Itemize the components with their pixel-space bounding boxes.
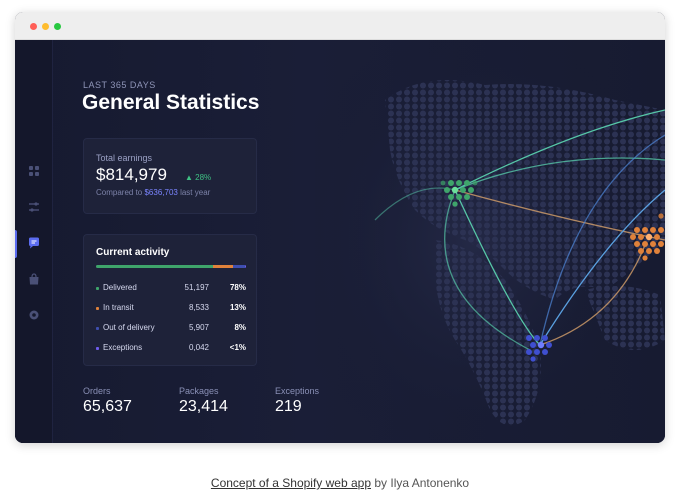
- earnings-comparison: Compared to $636,703 last year: [96, 188, 210, 197]
- close-window-button[interactable]: [30, 23, 37, 30]
- earnings-value: $814,979: [96, 165, 167, 184]
- comparison-suffix: last year: [177, 188, 211, 197]
- bag-icon[interactable]: [27, 272, 41, 286]
- window-titlebar: [15, 12, 665, 40]
- activity-count: 8,533: [188, 303, 209, 312]
- browser-window: LAST 365 DAYS General Statistics Total e…: [15, 12, 665, 443]
- activity-percent: 8%: [234, 323, 246, 332]
- activity-row-in-transit[interactable]: In transit 8,533 13%: [96, 303, 246, 315]
- earnings-card: Total earnings $814,979 ▲ 28% Compared t…: [83, 138, 257, 214]
- comparison-value: $636,703: [144, 188, 178, 197]
- activity-row-out-of-delivery[interactable]: Out of delivery 5,907 8%: [96, 323, 246, 335]
- earnings-delta-badge: ▲ 28%: [185, 173, 212, 182]
- activity-label: Out of delivery: [103, 323, 155, 332]
- activity-percent: <1%: [229, 343, 246, 352]
- caption-link[interactable]: Concept of a Shopify web app: [211, 476, 371, 490]
- bar-segment-exceptions: [244, 265, 246, 268]
- activity-row-exceptions[interactable]: Exceptions 0,042 <1%: [96, 343, 246, 355]
- world-map: [315, 40, 665, 443]
- page-title: General Statistics: [82, 91, 260, 114]
- packages-value: 23,414: [179, 398, 228, 415]
- bar-segment-in-transit: [213, 265, 233, 268]
- minimize-window-button[interactable]: [42, 23, 49, 30]
- activity-count: 0,042: [188, 343, 209, 352]
- date-range-label: LAST 365 DAYS: [83, 80, 156, 90]
- earnings-label: Total earnings: [96, 153, 153, 163]
- exceptions-label: Exceptions: [275, 386, 320, 396]
- chat-icon[interactable]: [27, 236, 41, 250]
- out-of-delivery-bullet: [96, 327, 99, 330]
- activity-count: 51,197: [184, 283, 209, 292]
- image-caption: Concept of a Shopify web app by Ilya Ant…: [0, 476, 680, 490]
- activity-title: Current activity: [96, 247, 170, 258]
- activity-label: Exceptions: [103, 343, 143, 352]
- activity-percent: 78%: [229, 283, 246, 292]
- activity-label: Delivered: [103, 283, 137, 292]
- maximize-window-button[interactable]: [54, 23, 61, 30]
- in-transit-bullet: [96, 307, 99, 310]
- activity-count: 5,907: [188, 323, 209, 332]
- bar-segment-delivered: [96, 265, 213, 268]
- comparison-prefix: Compared to: [96, 188, 145, 197]
- dashboard: LAST 365 DAYS General Statistics Total e…: [15, 40, 665, 443]
- sliders-icon[interactable]: [27, 200, 41, 214]
- bar-segment-out-of-delivery: [232, 265, 245, 268]
- activity-card: Current activity Delivered 51,197 78% In…: [83, 234, 257, 366]
- sidebar: [15, 40, 53, 443]
- delivered-bullet: [96, 287, 99, 290]
- exceptions-value: 219: [275, 398, 302, 415]
- orders-label: Orders: [83, 386, 111, 396]
- orders-value: 65,637: [83, 398, 132, 415]
- caption-author: by Ilya Antonenko: [371, 476, 470, 490]
- gear-icon[interactable]: [27, 308, 41, 322]
- packages-label: Packages: [179, 386, 219, 396]
- activity-distribution-bar: [96, 265, 246, 268]
- exceptions-bullet: [96, 347, 99, 350]
- sidebar-active-indicator: [15, 230, 17, 258]
- activity-label: In transit: [103, 303, 134, 312]
- activity-percent: 13%: [229, 303, 246, 312]
- activity-row-delivered[interactable]: Delivered 51,197 78%: [96, 283, 246, 295]
- grid-icon[interactable]: [27, 164, 41, 178]
